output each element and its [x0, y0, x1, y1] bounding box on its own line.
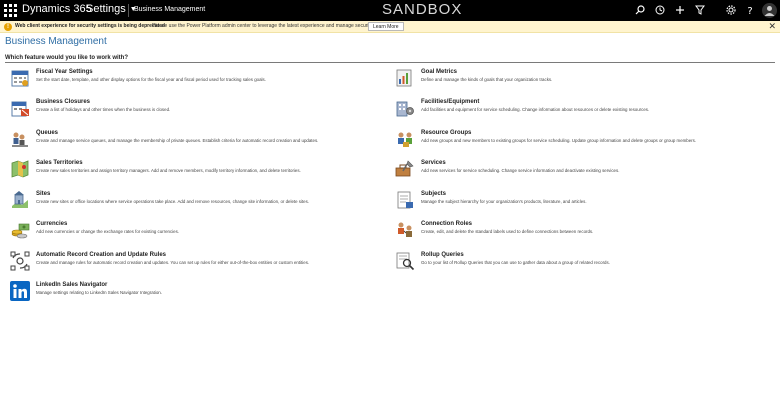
rollup-queries-icon	[396, 252, 415, 271]
breadcrumb[interactable]: Business Management	[134, 6, 205, 13]
feature-description: Create new sites or office locations whe…	[36, 199, 310, 204]
help-icon[interactable]: ?	[742, 3, 757, 18]
section-heading: Which feature would you like to work wit…	[5, 55, 129, 61]
calendar-icon	[11, 70, 29, 87]
feature-description: Go to your list of Rollup Queries that y…	[421, 260, 610, 265]
feature-description: Manage the subject hierarchy for your or…	[421, 199, 587, 204]
connection-roles-icon	[398, 222, 412, 237]
deprecation-notification: ! Web client experience for security set…	[0, 21, 780, 33]
feature-title[interactable]: Automatic Record Creation and Update Rul…	[36, 252, 166, 258]
feature-services[interactable]: Services Add new services for service sc…	[395, 159, 775, 183]
subjects-icon	[397, 191, 413, 209]
feature-title[interactable]: Subjects	[421, 191, 446, 197]
feature-sites[interactable]: Sites Create new sites or office locatio…	[10, 190, 390, 214]
avatar[interactable]	[762, 3, 777, 18]
feature-facilities-equipment[interactable]: Facilities/Equipment Add facilities and …	[395, 98, 775, 122]
feature-description: Define and manage the kinds of goals tha…	[421, 77, 553, 82]
svg-text:?: ?	[747, 6, 752, 15]
feature-fiscal-year-settings[interactable]: Fiscal Year Settings Set the start date,…	[10, 68, 390, 92]
feature-currencies[interactable]: Currencies Add new currencies or change …	[10, 220, 390, 244]
search-icon[interactable]	[632, 3, 647, 18]
currency-icon	[11, 223, 30, 239]
feature-title[interactable]: Facilities/Equipment	[421, 99, 479, 105]
feature-connection-roles[interactable]: Connection Roles Create, edit, and delet…	[395, 220, 775, 244]
feature-business-closures[interactable]: Business Closures Create a list of holid…	[10, 98, 390, 122]
feature-subjects[interactable]: Subjects Manage the subject hierarchy fo…	[395, 190, 775, 214]
learn-more-button[interactable]: Learn More	[368, 22, 404, 31]
linkedin-icon	[10, 281, 30, 301]
advanced-find-filter-icon[interactable]	[692, 3, 707, 18]
environment-label: SANDBOX	[382, 1, 463, 18]
record-rules-icon	[10, 251, 30, 271]
feature-title[interactable]: Sites	[36, 191, 50, 197]
brand-link[interactable]: Dynamics 365	[22, 3, 92, 15]
feature-title[interactable]: Fiscal Year Settings	[36, 69, 93, 75]
feature-title[interactable]: Resource Groups	[421, 130, 471, 136]
feature-description: Create and manage service queues, and ma…	[36, 138, 319, 143]
feature-description: Manage settings relating to LinkedIn Sal…	[36, 290, 162, 295]
feature-description: Add facilities and equipment for service…	[421, 107, 650, 112]
feature-title[interactable]: Services	[421, 160, 446, 166]
services-icon	[395, 160, 414, 177]
facilities-icon	[396, 101, 414, 117]
feature-queues[interactable]: Queues Create and manage service queues,…	[10, 129, 390, 153]
feature-title[interactable]: Goal Metrics	[421, 69, 457, 75]
settings-menu[interactable]: Settings ▼	[86, 3, 137, 15]
feature-goal-metrics[interactable]: Goal Metrics Define and manage the kinds…	[395, 68, 775, 92]
close-icon[interactable]: ✕	[768, 21, 776, 32]
feature-sales-territories[interactable]: Sales Territories Create new sales terri…	[10, 159, 390, 183]
feature-automatic-record-rules[interactable]: Automatic Record Creation and Update Rul…	[10, 251, 390, 275]
feature-title[interactable]: Connection Roles	[421, 221, 472, 227]
feature-description: Add new services for service scheduling.…	[421, 168, 620, 173]
create-new-icon[interactable]	[672, 3, 687, 18]
feature-description: Set the start date, template, and other …	[36, 77, 266, 82]
territory-map-icon	[11, 160, 29, 178]
recent-history-icon[interactable]	[652, 3, 667, 18]
app-launcher-icon[interactable]	[4, 4, 17, 17]
warning-icon: !	[4, 23, 12, 31]
nav-divider	[128, 4, 129, 17]
feature-description: Add new currencies or change the exchang…	[36, 229, 180, 234]
feature-rollup-queries[interactable]: Rollup Queries Go to your list of Rollup…	[395, 251, 775, 275]
notification-message: Please use the Power Platform admin cent…	[152, 23, 393, 29]
gear-icon[interactable]	[723, 3, 738, 18]
feature-description: Create, edit, and delete the standard la…	[421, 229, 594, 234]
queue-icon	[12, 132, 28, 147]
feature-linkedin-sales-navigator[interactable]: LinkedIn Sales Navigator Manage settings…	[10, 281, 390, 305]
feature-title[interactable]: Queues	[36, 130, 58, 136]
feature-title[interactable]: Currencies	[36, 221, 67, 227]
goal-metrics-icon	[396, 69, 412, 87]
closure-calendar-icon	[11, 101, 29, 117]
feature-description: Create a list of holidays and other time…	[36, 107, 171, 112]
feature-title[interactable]: LinkedIn Sales Navigator	[36, 282, 107, 288]
resource-groups-icon	[398, 132, 412, 147]
section-divider	[5, 62, 775, 63]
notification-title: Web client experience for security setti…	[15, 23, 165, 29]
page-title: Business Management	[5, 36, 107, 47]
site-icon	[12, 191, 28, 208]
feature-description: Create new sales territories and assign …	[36, 168, 301, 173]
feature-description: Create and manage rules for automatic re…	[36, 260, 310, 265]
feature-title[interactable]: Sales Territories	[36, 160, 83, 166]
feature-resource-groups[interactable]: Resource Groups Add new groups and new m…	[395, 129, 775, 153]
feature-description: Add new groups and new members to existi…	[421, 138, 697, 143]
feature-title[interactable]: Business Closures	[36, 99, 90, 105]
feature-title[interactable]: Rollup Queries	[421, 252, 464, 258]
settings-label: Settings	[86, 3, 126, 15]
top-nav-bar: Dynamics 365 Settings ▼ Business Manageme…	[0, 0, 780, 21]
